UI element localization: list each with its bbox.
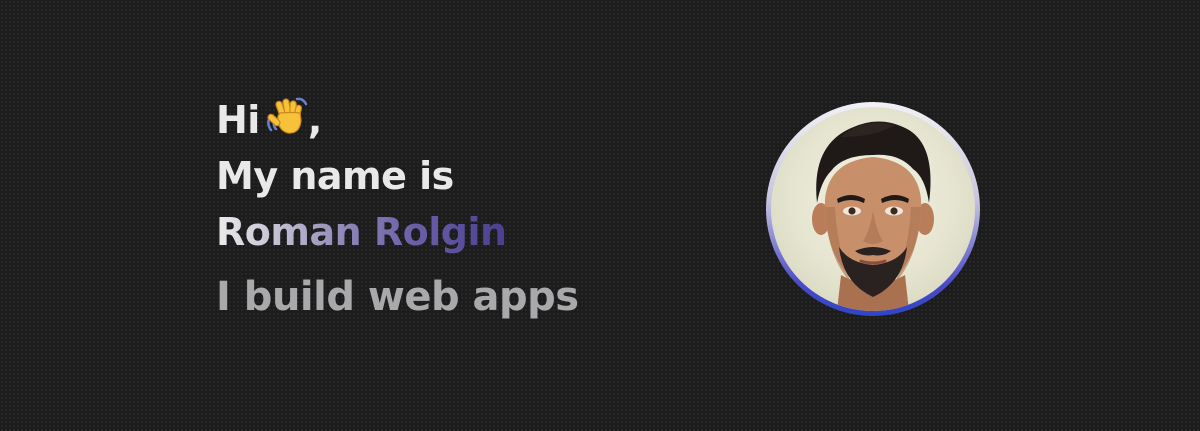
author-name: Roman Rolgin — [216, 210, 507, 254]
greeting-text: Hi — [216, 98, 260, 142]
hero-section: Hi , My name is Roman Rolgin I build web… — [0, 0, 1200, 431]
tagline: I build web apps — [216, 274, 579, 320]
name-line: Roman Rolgin — [216, 204, 676, 260]
intro-block: Hi , My name is Roman Rolgin I build web… — [216, 92, 676, 324]
waving-hand-icon — [266, 95, 308, 137]
avatar — [766, 102, 980, 316]
intro-line: My name is — [216, 154, 454, 198]
greeting-punctuation: , — [307, 98, 322, 142]
greeting-line: Hi , — [216, 92, 676, 148]
profile-photo — [771, 107, 975, 311]
